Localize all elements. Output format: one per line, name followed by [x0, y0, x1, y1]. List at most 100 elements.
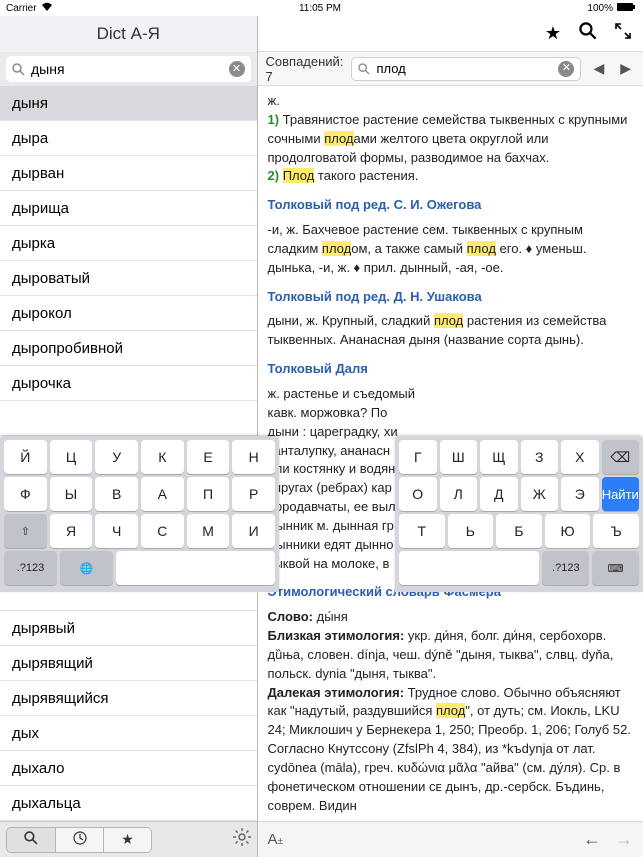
key-space[interactable]: [116, 551, 275, 585]
findbar: Совпадений: 7 ✕ ◀ ▶: [258, 52, 643, 86]
para: дыни, ж. Крупный, сладкий плод растения …: [268, 312, 634, 350]
clock-label: 11:05 PM: [299, 3, 341, 14]
seg-search[interactable]: [7, 828, 55, 852]
find-field[interactable]: ✕: [351, 57, 581, 81]
list-item[interactable]: дыхало: [0, 751, 257, 786]
para: 2) Плод такого растения.: [268, 167, 634, 186]
key[interactable]: М: [187, 514, 230, 548]
keyboard-right[interactable]: ГШЩЗХ⌫ ОЛДЖЭНайти ТЬБЮЪ .?123 ⌨: [395, 436, 643, 592]
dict-heading: Толковый под ред. Д. Н. Ушакова: [268, 288, 634, 307]
key[interactable]: П: [187, 477, 230, 511]
list-item[interactable]: дырявящий: [0, 646, 257, 681]
wifi-icon: [41, 2, 53, 15]
list-item[interactable]: дырван: [0, 156, 257, 191]
key[interactable]: Г: [399, 440, 437, 474]
key[interactable]: Ъ: [593, 514, 639, 548]
dict-heading: Толковый под ред. С. И. Ожегова: [268, 196, 634, 215]
font-size-icon[interactable]: A±: [268, 831, 284, 848]
key[interactable]: Найти: [602, 477, 640, 511]
settings-icon[interactable]: [233, 828, 251, 851]
para: Далекая этимология: Трудное слово. Обычн…: [268, 684, 634, 816]
key-globe[interactable]: 🌐: [60, 551, 113, 585]
key-shift[interactable]: ⇧: [4, 514, 47, 548]
battery-icon: [617, 2, 637, 15]
list-item[interactable]: дых: [0, 716, 257, 751]
view-segmented[interactable]: ★: [6, 827, 152, 853]
find-next[interactable]: ▶: [616, 60, 635, 77]
seg-history[interactable]: [55, 828, 103, 852]
key[interactable]: Л: [440, 477, 478, 511]
key[interactable]: Х: [561, 440, 599, 474]
key[interactable]: Ц: [50, 440, 93, 474]
key[interactable]: Д: [480, 477, 518, 511]
key[interactable]: Я: [50, 514, 93, 548]
key[interactable]: Т: [399, 514, 445, 548]
seg-favorites[interactable]: ★: [103, 828, 151, 852]
key[interactable]: А: [141, 477, 184, 511]
find-icon[interactable]: [579, 22, 597, 45]
list-item[interactable]: дыра: [0, 121, 257, 156]
key[interactable]: Й: [4, 440, 47, 474]
key[interactable]: О: [399, 477, 437, 511]
find-prev[interactable]: ◀: [589, 60, 608, 77]
nav-back-icon[interactable]: ←: [583, 829, 601, 850]
key[interactable]: И: [232, 514, 275, 548]
key[interactable]: Е: [187, 440, 230, 474]
fullscreen-icon[interactable]: [615, 23, 631, 44]
key[interactable]: У: [95, 440, 138, 474]
list-item[interactable]: дырявый: [0, 611, 257, 646]
list-item[interactable]: дыня: [0, 86, 257, 121]
key[interactable]: Э: [561, 477, 599, 511]
key[interactable]: Ш: [440, 440, 478, 474]
key[interactable]: З: [521, 440, 559, 474]
battery-label: 100%: [587, 3, 613, 14]
key[interactable]: С: [141, 514, 184, 548]
key[interactable]: Б: [496, 514, 542, 548]
key[interactable]: Ч: [95, 514, 138, 548]
key-hide-keyboard[interactable]: ⌨: [592, 551, 639, 585]
left-bottombar: ★: [0, 821, 257, 857]
keyboard-left[interactable]: ЙЦУКЕН ФЫВАПР ⇧ЯЧСМИ .?123 🌐: [0, 436, 279, 592]
para: 1) Травянистое растение семейства тыквен…: [268, 111, 634, 168]
right-topbar: ★: [258, 16, 643, 52]
key[interactable]: В: [95, 477, 138, 511]
key-space[interactable]: [399, 551, 539, 585]
word-search-field[interactable]: ✕: [6, 56, 251, 82]
list-item[interactable]: [0, 401, 257, 436]
find-input[interactable]: [376, 61, 552, 76]
match-count: Совпадений: 7: [266, 54, 344, 84]
para: -и, ж. Бахчевое растение сем. тыквенных …: [268, 221, 634, 278]
dict-heading: Толковый Даля: [268, 360, 634, 379]
key-numbers[interactable]: .?123: [4, 551, 57, 585]
key[interactable]: ⌫: [602, 440, 640, 474]
left-title: Dict А-Я: [0, 16, 257, 52]
right-bottombar: A± ← →: [258, 821, 643, 857]
list-item[interactable]: дыхальца: [0, 786, 257, 821]
nav-forward-icon[interactable]: →: [615, 829, 633, 850]
para: Близкая этимология: укр. ди́ня, болг. ди…: [268, 627, 634, 684]
clear-icon[interactable]: ✕: [558, 61, 574, 77]
key[interactable]: Ь: [448, 514, 494, 548]
key[interactable]: Н: [232, 440, 275, 474]
list-item[interactable]: дырокол: [0, 296, 257, 331]
key[interactable]: Ю: [545, 514, 591, 548]
key[interactable]: Р: [232, 477, 275, 511]
clear-icon[interactable]: ✕: [229, 61, 245, 77]
list-item[interactable]: дыроватый: [0, 261, 257, 296]
list-item[interactable]: дырка: [0, 226, 257, 261]
key-numbers[interactable]: .?123: [542, 551, 589, 585]
key[interactable]: К: [141, 440, 184, 474]
list-item[interactable]: дырочка: [0, 366, 257, 401]
list-item[interactable]: дырища: [0, 191, 257, 226]
word-search-input[interactable]: [31, 61, 223, 77]
key[interactable]: Ы: [50, 477, 93, 511]
list-item[interactable]: дыропробивной: [0, 331, 257, 366]
favorite-icon[interactable]: ★: [545, 23, 561, 44]
key[interactable]: Ф: [4, 477, 47, 511]
key[interactable]: Щ: [480, 440, 518, 474]
carrier-label: Carrier: [6, 3, 37, 14]
list-item[interactable]: дырявящийся: [0, 681, 257, 716]
key[interactable]: Ж: [521, 477, 559, 511]
search-icon: [358, 63, 370, 75]
para: ж.: [268, 92, 634, 111]
